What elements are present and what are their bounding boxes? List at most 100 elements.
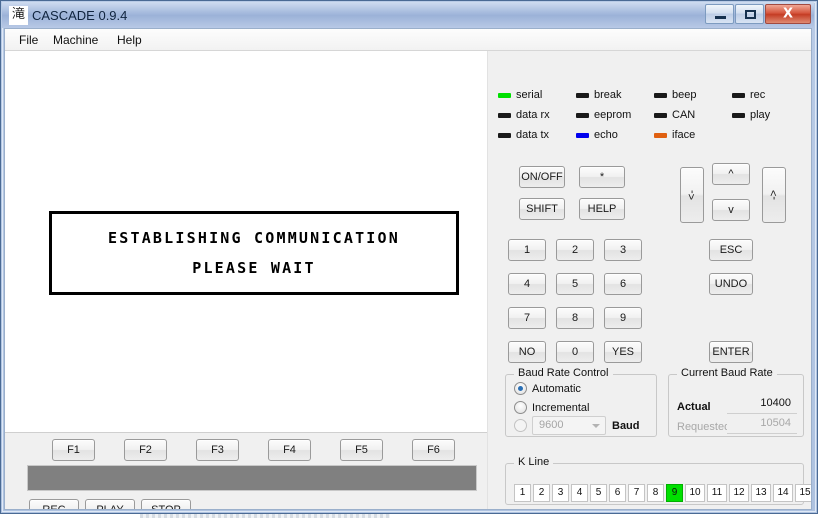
enter-button[interactable]: ENTER (709, 341, 753, 363)
radio-incremental[interactable] (514, 401, 527, 414)
key-0[interactable]: 0 (556, 341, 594, 363)
key-4[interactable]: 4 (508, 273, 546, 295)
maximize-icon (745, 10, 756, 19)
undo-button[interactable]: UNDO (709, 273, 753, 295)
help-button[interactable]: HELP (579, 198, 625, 220)
k-line-cell-1[interactable]: 1 (514, 484, 531, 502)
title-bar[interactable]: 滝 CASCADE 0.9.4 X (2, 2, 814, 28)
radio-manual[interactable] (514, 419, 527, 432)
lcd-display: ESTABLISHING COMMUNICATION PLEASE WAIT (49, 211, 459, 295)
radio-automatic-label: Automatic (532, 383, 581, 395)
k-line-cell-5[interactable]: 5 (590, 484, 607, 502)
key-7[interactable]: 7 (508, 307, 546, 329)
key-6[interactable]: 6 (604, 273, 642, 295)
baud-rate-select[interactable]: 9600 (532, 416, 606, 435)
k-line-cell-12[interactable]: 12 (729, 484, 749, 502)
actual-value: 10400 (760, 397, 791, 409)
radio-incremental-label: Incremental (532, 402, 590, 414)
on-off-button[interactable]: ON/OFF (519, 166, 565, 188)
k-line-cell-6[interactable]: 6 (609, 484, 626, 502)
f6-button[interactable]: F6 (412, 439, 455, 461)
stop-button[interactable]: STOP (141, 499, 191, 509)
baud-rate-select-value: 9600 (539, 419, 564, 431)
k-line-title: K Line (514, 456, 554, 468)
arrow-left-button[interactable]: <- (680, 167, 704, 223)
key-2[interactable]: 2 (556, 239, 594, 261)
k-line-group: K Line 1 2 3 4 5 6 7 8 9 10 11 12 13 14 … (505, 456, 811, 505)
control-panel: serial data rx data tx break eeprom echo… (487, 51, 811, 509)
actual-label: Actual (677, 401, 711, 413)
rec-button[interactable]: REC (29, 499, 79, 509)
chevron-down-icon (592, 424, 600, 428)
k-line-cell-8[interactable]: 8 (647, 484, 664, 502)
desktop-blur-artifact (140, 514, 390, 518)
shift-button[interactable]: SHIFT (519, 198, 565, 220)
baud-unit-label: Baud (612, 420, 640, 432)
window-title: CASCADE 0.9.4 (32, 8, 128, 23)
yes-button[interactable]: YES (604, 341, 642, 363)
k-line-cell-10[interactable]: 10 (685, 484, 705, 502)
baud-rate-control-group: Baud Rate Control Automatic Incremental … (505, 367, 657, 437)
actual-value-field: 10400 (727, 395, 797, 414)
play-button[interactable]: PLAY (85, 499, 135, 509)
keypad: ON/OFF * SHIFT HELP 1 2 3 4 5 6 7 8 9 NO… (488, 51, 811, 391)
arrow-right-icon: -> (768, 189, 780, 201)
k-line-cell-4[interactable]: 4 (571, 484, 588, 502)
maximize-button[interactable] (735, 4, 764, 24)
k-line-cells: 1 2 3 4 5 6 7 8 9 10 11 12 13 14 15 (514, 484, 811, 502)
arrow-left-icon: <- (686, 189, 698, 201)
f5-button[interactable]: F5 (340, 439, 383, 461)
menu-item-help[interactable]: Help (111, 32, 148, 48)
key-9[interactable]: 9 (604, 307, 642, 329)
f1-button[interactable]: F1 (52, 439, 95, 461)
transport-button-row: REC PLAY STOP (5, 499, 487, 509)
minimize-icon (715, 16, 726, 19)
key-3[interactable]: 3 (604, 239, 642, 261)
baud-rate-control-title: Baud Rate Control (514, 367, 613, 379)
minimize-button[interactable] (705, 4, 734, 24)
radio-automatic[interactable] (514, 382, 527, 395)
function-key-row: F1 F2 F3 F4 F5 F6 (5, 439, 487, 461)
menu-item-machine[interactable]: Machine (47, 32, 104, 48)
requested-label: Requested (677, 421, 731, 433)
esc-button[interactable]: ESC (709, 239, 753, 261)
k-line-cell-14[interactable]: 14 (773, 484, 793, 502)
progress-bar (27, 465, 477, 491)
lcd-line-2: PLEASE WAIT (192, 259, 316, 277)
key-1[interactable]: 1 (508, 239, 546, 261)
current-baud-rate-title: Current Baud Rate (677, 367, 777, 379)
f3-button[interactable]: F3 (196, 439, 239, 461)
k-line-cell-15[interactable]: 15 (795, 484, 811, 502)
display-panel: ESTABLISHING COMMUNICATION PLEASE WAIT (5, 51, 487, 432)
f4-button[interactable]: F4 (268, 439, 311, 461)
status-badge: RUNNING (417, 509, 471, 510)
window-controls: X (704, 4, 811, 25)
application-window: 滝 CASCADE 0.9.4 X File Machine Help ESTA… (0, 0, 818, 518)
grab-keyboard-checkbox[interactable]: Grab Keyboard (285, 507, 385, 511)
no-button[interactable]: NO (508, 341, 546, 363)
requested-value-field: 10504 (727, 415, 797, 434)
app-icon: 滝 (9, 6, 28, 25)
menu-bar: File Machine Help (5, 29, 811, 51)
k-line-cell-7[interactable]: 7 (628, 484, 645, 502)
f2-button[interactable]: F2 (124, 439, 167, 461)
current-baud-rate-group: Current Baud Rate Actual 10400 Requested… (668, 367, 804, 437)
arrow-down-button[interactable]: v (712, 199, 750, 221)
grab-keyboard-label: Grab Keyboard (304, 509, 385, 510)
arrow-up-button[interactable]: ^ (712, 163, 750, 185)
lcd-line-1: ESTABLISHING COMMUNICATION (108, 229, 400, 247)
checkbox-checked-icon (285, 510, 298, 511)
menu-item-file[interactable]: File (13, 32, 44, 48)
k-line-cell-3[interactable]: 3 (552, 484, 569, 502)
arrow-right-button[interactable]: -> (762, 167, 786, 223)
k-line-cell-11[interactable]: 11 (707, 484, 727, 502)
close-button[interactable]: X (765, 4, 811, 24)
key-5[interactable]: 5 (556, 273, 594, 295)
star-button[interactable]: * (579, 166, 625, 188)
k-line-cell-13[interactable]: 13 (751, 484, 771, 502)
k-line-cell-2[interactable]: 2 (533, 484, 550, 502)
desktop-strip (0, 514, 818, 518)
client-area: File Machine Help ESTABLISHING COMMUNICA… (4, 28, 812, 510)
k-line-cell-9[interactable]: 9 (666, 484, 683, 502)
key-8[interactable]: 8 (556, 307, 594, 329)
